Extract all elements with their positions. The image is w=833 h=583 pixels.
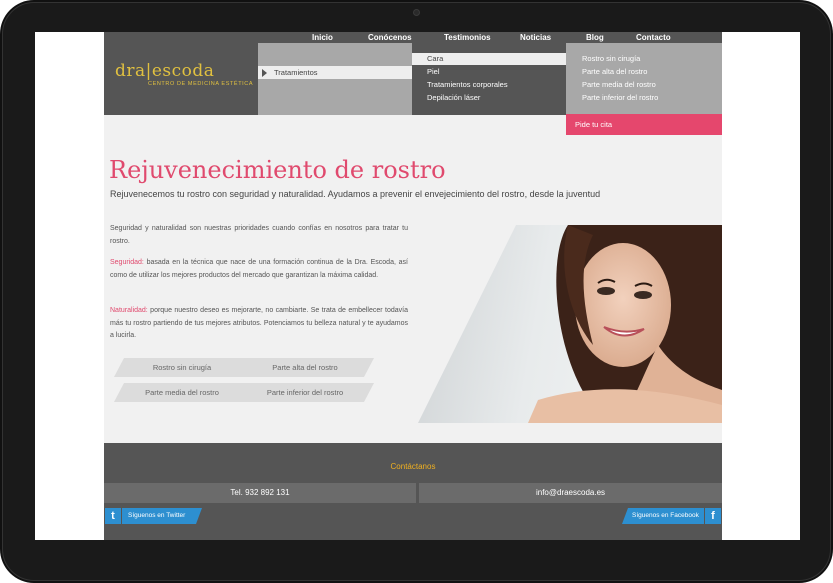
naturalidad-text: porque nuestro deseo es mejorarte, no ca… xyxy=(110,307,408,339)
naturalidad-paragraph: Naturalidad: porque nuestro deseo es mej… xyxy=(110,305,408,343)
nav-item-inicio[interactable]: Inicio xyxy=(312,32,333,43)
intro-paragraph: Seguridad y naturalidad son nuestras pri… xyxy=(110,225,408,245)
button-parte-media[interactable]: Parte media del rostro xyxy=(114,383,250,402)
page-subtitle: Rejuvenecemos tu rostro con seguridad y … xyxy=(110,189,601,199)
facebook-icon[interactable]: f xyxy=(705,508,721,524)
nav-bar-left xyxy=(104,32,258,43)
nav-item-conocenos[interactable]: Conócenos xyxy=(368,32,412,43)
button-parte-inferior[interactable]: Parte inferior del rostro xyxy=(236,383,374,402)
logo-tagline: CENTRO DE MEDICINA ESTÉTICA xyxy=(148,81,254,87)
seguridad-text: basada en la técnica que nace de una for… xyxy=(110,259,408,279)
tablet-frame: Inicio Conócenos Testimonios Noticias Bl… xyxy=(0,0,833,583)
site-footer: Contáctanos Tel. 932 892 131 info@draesc… xyxy=(104,443,722,540)
button-parte-alta[interactable]: Parte alta del rostro xyxy=(236,358,374,377)
submenu-item-tratamientos[interactable]: Tratamientos xyxy=(258,66,412,79)
phone-number[interactable]: Tel. 932 892 131 xyxy=(104,483,416,503)
submenu-item-label: Tratamientos xyxy=(274,68,318,77)
portrait-illustration xyxy=(528,225,722,423)
seguridad-paragraph: Seguridad: basada en la técnica que nace… xyxy=(110,257,408,282)
submenu-item-cara[interactable]: Cara xyxy=(412,53,566,65)
submenu-level3: Rostro sin cirugía Parte alta del rostro… xyxy=(566,43,722,115)
button-rostro-sin-cirugia[interactable]: Rostro sin cirugía xyxy=(114,358,250,377)
nav-item-blog[interactable]: Blog xyxy=(586,32,604,43)
contact-title: Contáctanos xyxy=(390,462,436,471)
naturalidad-label: Naturalidad: xyxy=(110,307,148,314)
submenu-item-parte-alta[interactable]: Parte alta del rostro xyxy=(566,66,722,78)
pide-tu-cita-button[interactable]: Pide tu cita xyxy=(566,114,722,135)
arrow-right-icon xyxy=(262,69,267,77)
seguridad-label: Seguridad: xyxy=(110,259,144,266)
site-header: Inicio Conócenos Testimonios Noticias Bl… xyxy=(104,32,722,135)
email-address[interactable]: info@draescoda.es xyxy=(419,483,722,503)
submenu-item-parte-inferior[interactable]: Parte inferior del rostro xyxy=(566,92,722,104)
camera-icon xyxy=(413,9,420,16)
twitter-link[interactable]: Síguenos en Twitter xyxy=(122,508,202,524)
logo[interactable]: dra|escoda CENTRO DE MEDICINA ESTÉTICA xyxy=(104,43,258,115)
twitter-icon[interactable]: t xyxy=(105,508,121,524)
tablet-screen: Inicio Conócenos Testimonios Noticias Bl… xyxy=(35,32,800,540)
submenu-item-rostro-sin-cirugia[interactable]: Rostro sin cirugía xyxy=(566,53,722,65)
main-nav: Inicio Conócenos Testimonios Noticias Bl… xyxy=(258,32,722,43)
website: Inicio Conócenos Testimonios Noticias Bl… xyxy=(104,32,722,540)
submenu-item-piel[interactable]: Piel xyxy=(412,66,566,78)
submenu-item-depilacion-laser[interactable]: Depilación láser xyxy=(412,92,566,104)
logo-brand: dra|escoda xyxy=(115,61,215,81)
nav-item-testimonios[interactable]: Testimonios xyxy=(444,32,491,43)
nav-item-noticias[interactable]: Noticias xyxy=(520,32,551,43)
submenu-level1: Tratamientos xyxy=(258,43,412,115)
facebook-link[interactable]: Síguenos en Facebook xyxy=(622,508,704,524)
submenu-item-parte-media[interactable]: Parte media del rostro xyxy=(566,79,722,91)
submenu-level2: Cara Piel Tratamientos corporales Depila… xyxy=(412,43,566,115)
nav-item-contacto[interactable]: Contacto xyxy=(636,32,671,43)
submenu-item-tratamientos-corporales[interactable]: Tratamientos corporales xyxy=(412,79,566,91)
page-title: Rejuvenecimiento de rostro xyxy=(109,156,446,184)
woman-smiling-photo xyxy=(418,225,722,423)
